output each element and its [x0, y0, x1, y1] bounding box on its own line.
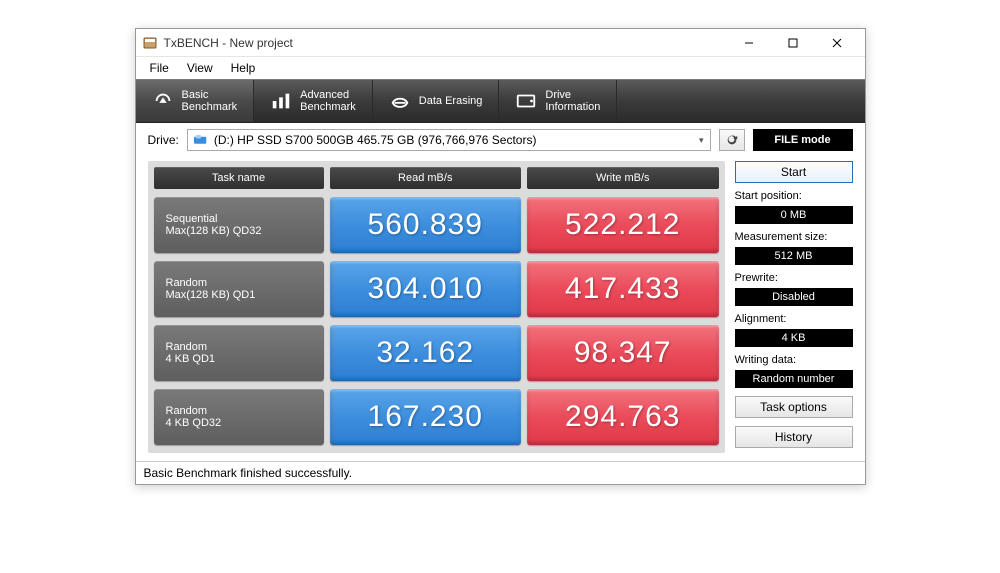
tab-label: Advanced Benchmark: [300, 89, 356, 113]
read-value: 304.010: [330, 261, 522, 317]
write-value: 294.763: [527, 389, 719, 445]
header-task: Task name: [154, 167, 324, 189]
menu-file[interactable]: File: [142, 59, 177, 77]
menu-view[interactable]: View: [179, 59, 221, 77]
close-button[interactable]: [815, 29, 859, 57]
reload-button[interactable]: [719, 129, 745, 151]
drive-selected-text: (D:) HP SSD S700 500GB 465.75 GB (976,76…: [214, 133, 537, 147]
alignment-value[interactable]: 4 KB: [735, 329, 853, 347]
side-panel: Start Start position: 0 MB Measurement s…: [735, 161, 853, 453]
app-window: TxBENCH - New project File View Help Bas…: [135, 28, 866, 485]
read-value: 560.839: [330, 197, 522, 253]
file-mode-button[interactable]: FILE mode: [753, 129, 853, 151]
measurement-size-value[interactable]: 512 MB: [735, 247, 853, 265]
bars-icon: [270, 90, 292, 112]
drive-label: Drive:: [148, 133, 179, 147]
tab-advanced-benchmark[interactable]: Advanced Benchmark: [254, 80, 373, 122]
task-line2: Max(128 KB) QD32: [166, 225, 312, 237]
drive-info-icon: [515, 90, 537, 112]
reload-icon: [725, 133, 739, 147]
measurement-size-label: Measurement size:: [735, 231, 853, 243]
drive-icon: [194, 134, 208, 146]
task-line1: Random: [166, 405, 312, 417]
status-text: Basic Benchmark finished successfully.: [144, 466, 353, 480]
task-cell: Random 4 KB QD1: [154, 325, 324, 381]
table-row: Sequential Max(128 KB) QD32 560.839 522.…: [154, 197, 719, 253]
writing-data-value[interactable]: Random number: [735, 370, 853, 388]
tab-label: Data Erasing: [419, 95, 483, 107]
menubar: File View Help: [136, 57, 865, 79]
maximize-button[interactable]: [771, 29, 815, 57]
write-value: 98.347: [527, 325, 719, 381]
task-line1: Random: [166, 277, 312, 289]
drive-select[interactable]: (D:) HP SSD S700 500GB 465.75 GB (976,76…: [187, 129, 711, 151]
task-line2: 4 KB QD32: [166, 417, 312, 429]
write-value: 417.433: [527, 261, 719, 317]
tabs-bar: Basic Benchmark Advanced Benchmark Data …: [136, 79, 865, 123]
write-value: 522.212: [527, 197, 719, 253]
table-header-row: Task name Read mB/s Write mB/s: [154, 167, 719, 189]
read-value: 32.162: [330, 325, 522, 381]
task-cell: Random 4 KB QD32: [154, 389, 324, 445]
alignment-label: Alignment:: [735, 313, 853, 325]
task-options-button[interactable]: Task options: [735, 396, 853, 418]
header-write: Write mB/s: [527, 167, 719, 189]
content-area: Task name Read mB/s Write mB/s Sequentia…: [136, 157, 865, 461]
task-line1: Sequential: [166, 213, 312, 225]
tab-basic-benchmark[interactable]: Basic Benchmark: [136, 80, 255, 122]
benchmark-table: Task name Read mB/s Write mB/s Sequentia…: [148, 161, 725, 453]
minimize-button[interactable]: [727, 29, 771, 57]
app-icon: [142, 35, 158, 51]
drive-bar: Drive: (D:) HP SSD S700 500GB 465.75 GB …: [136, 123, 865, 157]
history-button[interactable]: History: [735, 426, 853, 448]
titlebar: TxBENCH - New project: [136, 29, 865, 57]
statusbar: Basic Benchmark finished successfully.: [136, 461, 865, 484]
table-row: Random 4 KB QD32 167.230 294.763: [154, 389, 719, 445]
erase-icon: [389, 90, 411, 112]
window-title: TxBENCH - New project: [164, 36, 727, 50]
start-button[interactable]: Start: [735, 161, 853, 183]
table-row: Random Max(128 KB) QD1 304.010 417.433: [154, 261, 719, 317]
chevron-down-icon: ▾: [699, 135, 704, 146]
writing-data-label: Writing data:: [735, 354, 853, 366]
task-line1: Random: [166, 341, 312, 353]
start-position-label: Start position:: [735, 190, 853, 202]
task-cell: Random Max(128 KB) QD1: [154, 261, 324, 317]
read-value: 167.230: [330, 389, 522, 445]
prewrite-value[interactable]: Disabled: [735, 288, 853, 306]
prewrite-label: Prewrite:: [735, 272, 853, 284]
tab-data-erasing[interactable]: Data Erasing: [373, 80, 500, 122]
tab-label: Drive Information: [545, 89, 600, 113]
menu-help[interactable]: Help: [223, 59, 264, 77]
header-read: Read mB/s: [330, 167, 522, 189]
start-position-value[interactable]: 0 MB: [735, 206, 853, 224]
task-line2: 4 KB QD1: [166, 353, 312, 365]
task-line2: Max(128 KB) QD1: [166, 289, 312, 301]
gauge-icon: [152, 90, 174, 112]
task-cell: Sequential Max(128 KB) QD32: [154, 197, 324, 253]
tab-drive-information[interactable]: Drive Information: [499, 80, 617, 122]
tab-label: Basic Benchmark: [182, 89, 238, 113]
table-row: Random 4 KB QD1 32.162 98.347: [154, 325, 719, 381]
